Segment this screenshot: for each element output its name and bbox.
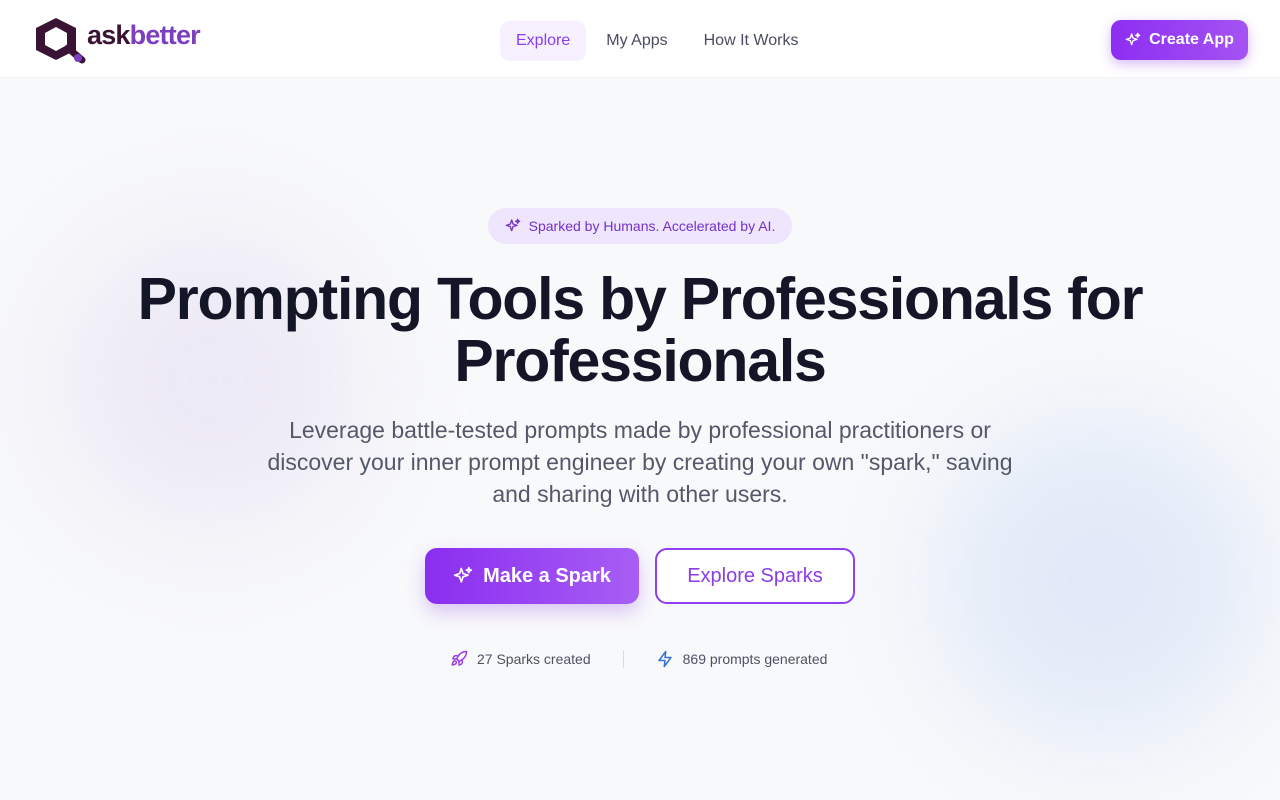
sparkles-icon bbox=[1125, 32, 1141, 46]
nav-item-how-it-works[interactable]: How It Works bbox=[688, 21, 815, 61]
stats-row: 27 Sparks created 869 prompts generated bbox=[450, 650, 827, 668]
logo-text-better: better bbox=[129, 19, 201, 50]
magnifier-logo-icon bbox=[36, 18, 86, 64]
nav-item-my-apps[interactable]: My Apps bbox=[590, 21, 683, 61]
hero-subtitle: Leverage battle-tested prompts made by p… bbox=[267, 417, 1013, 507]
make-a-spark-label: Make a Spark bbox=[483, 564, 611, 587]
logo-text-ask: ask bbox=[87, 19, 130, 50]
create-app-button[interactable]: Create App bbox=[1111, 20, 1248, 60]
create-app-label: Create App bbox=[1149, 31, 1234, 48]
logo[interactable]: askbetter bbox=[32, 16, 201, 64]
stat-prompts-generated: 869 prompts generated bbox=[656, 650, 828, 668]
stat-prompts-text: 869 prompts generated bbox=[682, 651, 828, 667]
hero-title: Prompting Tools by Professionals for Pro… bbox=[137, 266, 1144, 394]
explore-sparks-label: Explore Sparks bbox=[687, 564, 823, 587]
stat-sparks-text: 27 Sparks created bbox=[477, 651, 591, 667]
sparkles-icon bbox=[505, 218, 520, 232]
nav-item-explore[interactable]: Explore bbox=[500, 21, 587, 61]
cta-row: Make a Spark Explore Sparks bbox=[425, 548, 855, 604]
tagline-text: Sparked by Humans. Accelerated by AI. bbox=[528, 218, 776, 234]
sparkles-icon bbox=[453, 566, 473, 583]
logo-wordmark: askbetter bbox=[87, 19, 201, 51]
make-a-spark-button[interactable]: Make a Spark bbox=[425, 548, 639, 604]
explore-sparks-button[interactable]: Explore Sparks bbox=[655, 548, 855, 604]
top-navbar: askbetter Explore My Apps How It Works C… bbox=[0, 0, 1280, 78]
main-nav: Explore My Apps How It Works bbox=[500, 21, 818, 61]
page: askbetter Explore My Apps How It Works C… bbox=[0, 0, 1280, 800]
stats-divider bbox=[622, 650, 624, 668]
rocket-icon bbox=[451, 650, 468, 666]
tagline-badge: Sparked by Humans. Accelerated by AI. bbox=[488, 208, 792, 244]
lightning-icon bbox=[657, 650, 672, 668]
stat-sparks-created: 27 Sparks created bbox=[450, 650, 591, 668]
